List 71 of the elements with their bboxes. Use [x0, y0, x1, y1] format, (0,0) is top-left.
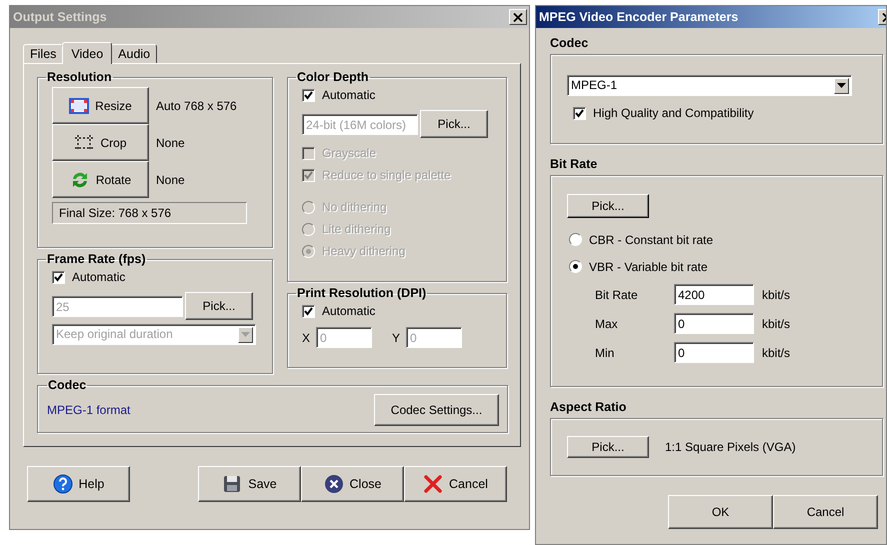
action-value: Auto 768 x 576: [156, 98, 237, 112]
radio-button[interactable]: [302, 200, 315, 214]
checkbox-label: Automatic: [322, 304, 376, 318]
radio-button[interactable]: [302, 222, 315, 236]
pick-button[interactable]: Pick...: [567, 194, 649, 218]
field-label: Min: [595, 346, 616, 360]
pick-button[interactable]: Pick...: [567, 436, 649, 458]
checkbox[interactable]: [302, 304, 315, 318]
bit-rate-field[interactable]: 4200: [674, 284, 754, 305]
checkbox-label: Automatic: [72, 270, 126, 284]
group-title: Color Depth: [296, 70, 370, 84]
section-title: Codec: [550, 36, 590, 52]
checkbox[interactable]: [302, 168, 315, 182]
codec-dropdown[interactable]: MPEG-1: [567, 75, 852, 96]
final-size: Final Size: 768 x 576: [52, 202, 247, 224]
action-value: None: [156, 172, 185, 186]
action-value: None: [156, 136, 185, 150]
window-title: Output Settings: [13, 10, 107, 24]
checkbox-label: Automatic: [322, 88, 376, 102]
tab[interactable]: Audio: [111, 44, 158, 63]
unit-label: kbit/s: [762, 346, 790, 360]
action-button[interactable]: Resize: [52, 87, 149, 124]
radio-label: CBR - Constant bit rate: [589, 232, 714, 246]
dialog-button[interactable]: Cancel: [404, 466, 507, 502]
tab[interactable]: Video: [62, 42, 112, 64]
checkbox[interactable]: [302, 146, 315, 160]
floppy-icon: [222, 474, 242, 494]
checkbox-label: High Quality and Compatibility: [593, 106, 754, 120]
close-icon: [513, 12, 523, 22]
caret-icon: [837, 83, 846, 88]
field-label: X: [302, 330, 310, 344]
aspect-ratio-value: 1:1 Square Pixels (VGA): [665, 440, 796, 454]
tab[interactable]: Files: [23, 44, 64, 63]
field-label: Bit Rate: [595, 288, 639, 302]
radio-button[interactable]: [569, 233, 582, 246]
close-icon: [324, 474, 344, 494]
dialog-button[interactable]: OK: [668, 495, 773, 529]
dialog-button[interactable]: Save: [198, 466, 301, 502]
group-title: Frame Rate (fps): [46, 252, 147, 266]
dialog-button[interactable]: Cancel: [773, 495, 878, 529]
codec-settings-button[interactable]: Codec Settings...: [374, 394, 499, 426]
frame-icon: [69, 98, 90, 114]
section-title: Aspect Ratio: [550, 400, 628, 416]
action-button[interactable]: Crop: [52, 124, 149, 161]
caret-icon: [241, 332, 250, 337]
field-label: Y: [392, 330, 400, 344]
pick-button[interactable]: Pick...: [185, 292, 253, 320]
radio-label: VBR - Variable bit rate: [589, 260, 708, 274]
group-title: Codec: [47, 378, 88, 392]
crop-icon: [74, 134, 94, 152]
dialog-button[interactable]: Help: [27, 466, 130, 502]
group-title: Resolution: [46, 70, 113, 84]
window-title: MPEG Video Encoder Parameters: [539, 10, 738, 24]
checkbox[interactable]: [52, 270, 65, 284]
checkbox[interactable]: [302, 88, 315, 102]
action-button[interactable]: Rotate: [52, 161, 149, 198]
bit-rate-field[interactable]: 0: [674, 342, 754, 363]
bit-rate-field[interactable]: 0: [674, 313, 754, 334]
checkbox[interactable]: [573, 106, 586, 120]
cancel-icon: [423, 474, 444, 494]
codec-format: MPEG-1 format: [47, 403, 130, 417]
dialog-button[interactable]: Close: [301, 466, 404, 502]
radio-button[interactable]: [569, 260, 582, 273]
group-title: Print Resolution (DPI): [296, 286, 428, 300]
unit-label: kbit/s: [762, 288, 790, 302]
help-icon: [52, 474, 73, 494]
section-title: Bit Rate: [550, 157, 598, 173]
unit-label: kbit/s: [762, 316, 790, 330]
pick-button[interactable]: Pick...: [420, 110, 488, 138]
radio-button[interactable]: [302, 244, 315, 258]
field-label: Max: [595, 316, 619, 330]
